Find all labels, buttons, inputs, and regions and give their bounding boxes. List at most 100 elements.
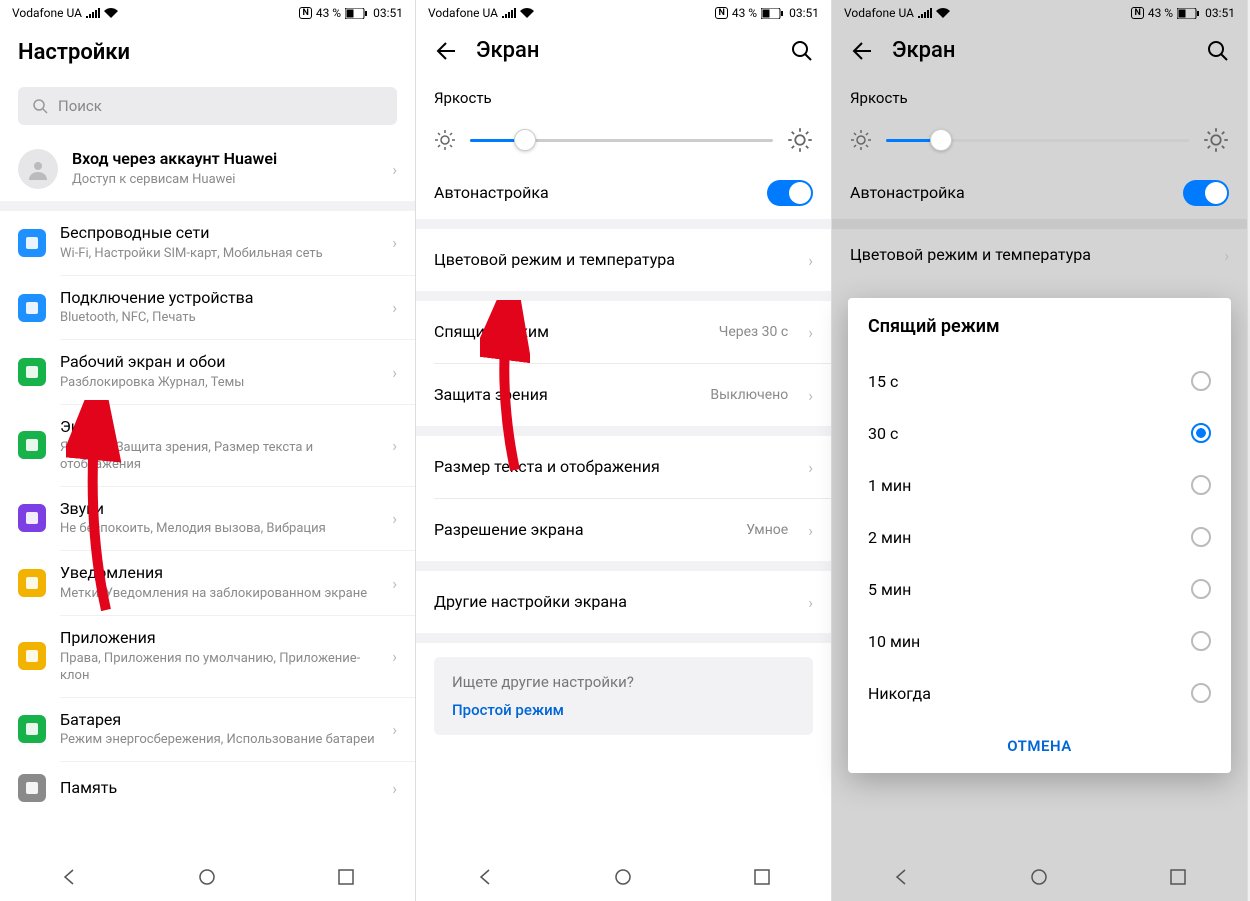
battery-pct: 43 % [732,6,757,20]
chevron-icon: › [392,720,397,739]
nav-back-icon[interactable] [891,867,911,887]
row-icon [18,569,46,597]
row-sub: Режим энергосбережения, Использование ба… [60,732,378,749]
settings-row[interactable]: ПриложенияПрава, Приложения по умолчанию… [0,616,415,697]
display-row[interactable]: Другие настройки экрана › [416,571,831,633]
settings-row[interactable]: Беспроводные сетиWi-Fi, Настройки SIM-ка… [0,211,415,275]
cancel-button[interactable]: ОТМЕНА [848,719,1231,773]
wifi-icon [520,8,534,18]
page-title: Настройки [18,40,130,65]
nfc-icon: N [1131,7,1143,19]
color-mode-row[interactable]: Цветовой режим и температура › [832,229,1247,281]
option-label: 30 с [868,424,898,443]
display-row[interactable]: Цветовой режим и температура › [416,229,831,291]
row-sub: Метки, Уведомления на заблокированном эк… [60,586,378,603]
search-placeholder: Поиск [58,97,102,115]
row-title: Спящий режим [434,322,705,343]
toggle-on[interactable] [1183,180,1229,206]
settings-row[interactable]: ЗвукиНе беспокоить, Мелодия вызова, Вибр… [0,487,415,551]
simple-mode-link[interactable]: Простой режим [452,701,795,719]
back-icon[interactable] [434,40,456,62]
nav-home-icon[interactable] [613,867,633,887]
radio-option[interactable]: 15 с [848,355,1231,407]
radio-option[interactable]: 5 мин [848,563,1231,615]
option-label: 15 с [868,372,898,391]
sleep-dialog-phone-3: Vodafone UA N 43 % 03:51 Экран Яркость А… [832,0,1248,901]
sleep-mode-dialog: Спящий режим 15 с30 с1 мин2 мин5 мин10 м… [848,298,1231,773]
row-icon [18,358,46,386]
settings-row[interactable]: Рабочий экран и обоиРазблокировка Журнал… [0,340,415,404]
battery-icon [1177,8,1199,19]
row-sub: Права, Приложения по умолчанию, Приложен… [60,651,378,685]
row-title: Рабочий экран и обои [60,352,378,373]
row-title: Разрешение экрана [434,520,732,541]
brightness-slider[interactable] [470,139,773,142]
option-label: 10 мин [868,632,920,651]
radio-icon [1191,527,1211,547]
settings-row[interactable]: Подключение устройстваBluetooth, NFC, Пе… [0,276,415,340]
row-title: Уведомления [60,563,378,584]
settings-row[interactable]: Уведомления Метки, Уведомления на заблоки… [0,551,415,615]
radio-option[interactable]: 2 мин [848,511,1231,563]
radio-icon [1191,683,1211,703]
display-phone-2: Vodafone UA N 43 % 03:51 Экран Яркость А… [416,0,832,901]
auto-brightness-row[interactable]: Автонастройка [832,167,1247,219]
settings-row[interactable]: Память › [0,762,415,814]
brightness-label: Яркость [832,75,1247,113]
row-icon [18,774,46,802]
avatar-icon [18,149,58,189]
nav-recent-icon[interactable] [752,867,772,887]
chevron-icon: › [392,509,397,528]
nav-home-icon[interactable] [1029,867,1049,887]
radio-option[interactable]: 1 мин [848,459,1231,511]
nfc-icon: N [299,7,311,19]
chevron-icon: › [392,233,397,252]
radio-option[interactable]: 30 с [848,407,1231,459]
battery-pct: 43 % [1148,6,1173,20]
chevron-icon: › [392,298,397,317]
row-icon [18,504,46,532]
nav-home-icon[interactable] [197,867,217,887]
signal-icon [502,8,516,18]
radio-option[interactable]: Никогда [848,667,1231,719]
gap [416,219,831,229]
radio-option[interactable]: 10 мин [848,615,1231,667]
auto-brightness-row[interactable]: Автонастройка [416,167,831,219]
nav-back-icon[interactable] [475,867,495,887]
radio-icon [1191,423,1211,443]
carrier-label: Vodafone UA [844,6,914,20]
chevron-icon: › [808,251,813,270]
display-row[interactable]: Спящий режим Через 30 с › [416,301,831,363]
brightness-slider[interactable] [886,139,1189,142]
nav-recent-icon[interactable] [1168,867,1188,887]
row-title: Подключение устройства [60,288,378,309]
search-input[interactable]: Поиск [18,87,397,125]
display-row[interactable]: Защита зрения Выключено › [416,364,831,426]
account-title: Вход через аккаунт Huawei [72,149,378,170]
display-row[interactable]: Размер текста и отображения › [416,436,831,498]
brightness-high-icon [1203,127,1229,153]
chevron-icon: › [392,436,397,455]
radio-icon [1191,475,1211,495]
chevron-icon: › [808,458,813,477]
nav-back-icon[interactable] [59,867,79,887]
settings-phone-1: Vodafone UA N 43 % 03:51 Настройки Поиск… [0,0,416,901]
chevron-icon: › [1224,246,1229,265]
gap [832,219,1247,229]
search-icon[interactable] [791,40,813,62]
time-label: 03:51 [789,6,819,20]
hint-box: Ищете другие настройки? Простой режим [434,657,813,735]
settings-row[interactable]: ЭкранЯркость, Защита зрения, Размер текс… [0,405,415,486]
search-icon[interactable] [1207,40,1229,62]
row-title: Звуки [60,499,378,520]
display-row[interactable]: Разрешение экрана Умное › [416,499,831,561]
toggle-on[interactable] [767,180,813,206]
account-row[interactable]: Вход через аккаунт Huawei Доступ к серви… [0,137,415,201]
back-icon[interactable] [850,40,872,62]
nav-bar [832,853,1247,901]
settings-row[interactable]: БатареяРежим энергосбережения, Использов… [0,698,415,762]
row-icon [18,229,46,257]
nav-recent-icon[interactable] [336,867,356,887]
battery-icon [345,8,367,19]
row-icon [18,642,46,670]
